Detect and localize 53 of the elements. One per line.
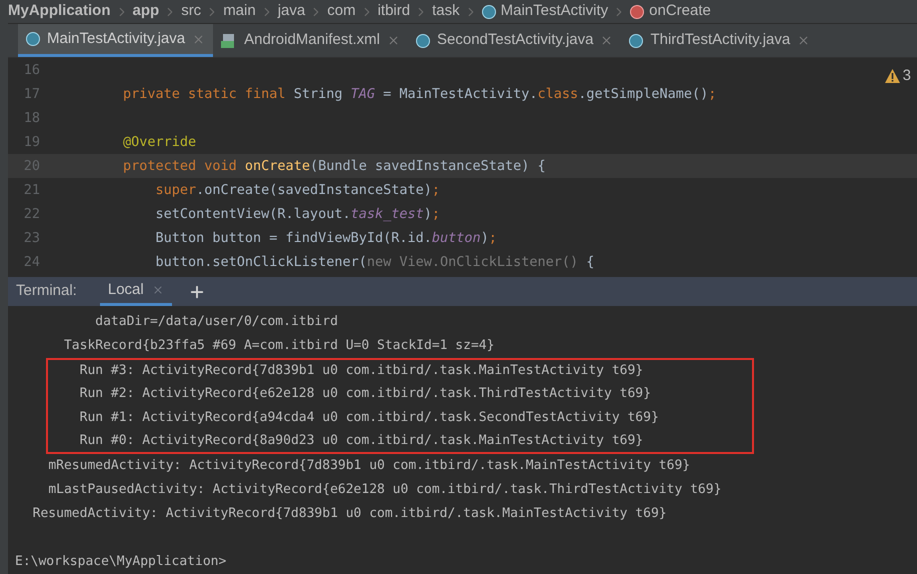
close-icon[interactable] (387, 34, 400, 47)
line-number: 16 (22, 60, 40, 80)
code-line: @Override (123, 132, 196, 152)
terminal-line: mResumedActivity: ActivityRecord{7d839b1 u0 com.itbird/.task.MainTestActivity t69} (48, 457, 690, 476)
code-line: super.onCreate(savedInstanceState); (154, 180, 440, 200)
breadcrumb-item[interactable]: com (327, 0, 356, 23)
code-line: protected void onCreate(Bundle savedInstanceState) { (123, 156, 546, 176)
breadcrumb-item[interactable]: src (181, 0, 202, 23)
method-icon (630, 4, 644, 18)
line-number: 18 (22, 108, 40, 128)
line-number: 22 (22, 204, 40, 224)
breadcrumb-item[interactable]: MyApplication (8, 0, 111, 23)
class-icon (26, 32, 40, 46)
terminal-line: Run #3: ActivityRecord{7d839b1 u0 com.itbird/.task.MainTestActivity t69} (78, 362, 644, 380)
warning-icon[interactable] (884, 69, 900, 84)
terminal-line: Run #1: ActivityRecord{a94cda4 u0 com.itbird/.task.SecondTestActivity t69} (78, 409, 659, 428)
code-line: button.setOnClickListener(new View.OnClickListener() { (154, 252, 594, 272)
code-line: Button button = findViewById(R.id.button); (154, 228, 497, 248)
code-line: setContentView(R.layout.task_test); (154, 204, 440, 224)
terminal-tab[interactable]: Local (100, 277, 172, 306)
class-icon (416, 34, 430, 48)
close-icon[interactable] (600, 34, 614, 47)
file-tab[interactable]: SecondTestActivity.java (408, 24, 622, 57)
line-number: 19 (22, 132, 40, 152)
breadcrumb-item[interactable]: MainTestActivity (500, 0, 608, 23)
terminal-line: TaskRecord{b23ffa5 #69 A=com.itbird U=0 StackId=1 sz=4} (62, 337, 494, 356)
line-number: 23 (22, 228, 40, 248)
terminal-prompt: E:\workspace\MyApplication> (15, 553, 226, 572)
code-line: private static final String TAG = MainTestActivity.class.getSimpleName(); (123, 84, 716, 104)
close-icon[interactable] (152, 284, 164, 296)
class-icon (482, 4, 496, 18)
warning-count: 3 (902, 66, 911, 86)
line-number: 21 (22, 180, 40, 200)
breadcrumb-item[interactable]: task (432, 0, 460, 23)
breadcrumb-item[interactable]: java (278, 0, 306, 23)
terminal-line: dataDir=/data/user/0/com.itbird (94, 313, 338, 332)
close-icon[interactable] (797, 34, 810, 47)
terminal-line: ResumedActivity: ActivityRecord{7d839b1 u0 com.itbird/.task.MainTestActivity t69} (32, 505, 667, 524)
file-tab[interactable]: MainTestActivity.java (18, 24, 214, 57)
breadcrumb-item[interactable]: main (223, 0, 256, 23)
breadcrumb-item[interactable]: itbird (378, 0, 410, 23)
terminal-label: Terminal: (16, 281, 77, 302)
breadcrumb-item[interactable]: app (132, 0, 160, 23)
file-tab[interactable]: AndroidManifest.xml (213, 24, 408, 57)
terminal-line: Run #0: ActivityRecord{8a90d23 u0 com.itbird/.task.MainTestActivity t69} (78, 432, 644, 450)
terminal-line: Run #2: ActivityRecord{e62e128 u0 com.itbird/.task.ThirdTestActivity t69} (78, 385, 651, 404)
line-number: 17 (22, 84, 40, 104)
line-number: 24 (22, 252, 40, 272)
close-icon[interactable] (192, 32, 206, 46)
terminal-line: mLastPausedActivity: ActivityRecord{e62e128 u0 com.itbird/.task.ThirdTestActivity t69} (48, 481, 722, 500)
file-tab[interactable]: ThirdTestActivity.java (621, 24, 818, 57)
breadcrumb-item[interactable]: onCreate (649, 0, 711, 23)
class-icon (629, 34, 644, 48)
